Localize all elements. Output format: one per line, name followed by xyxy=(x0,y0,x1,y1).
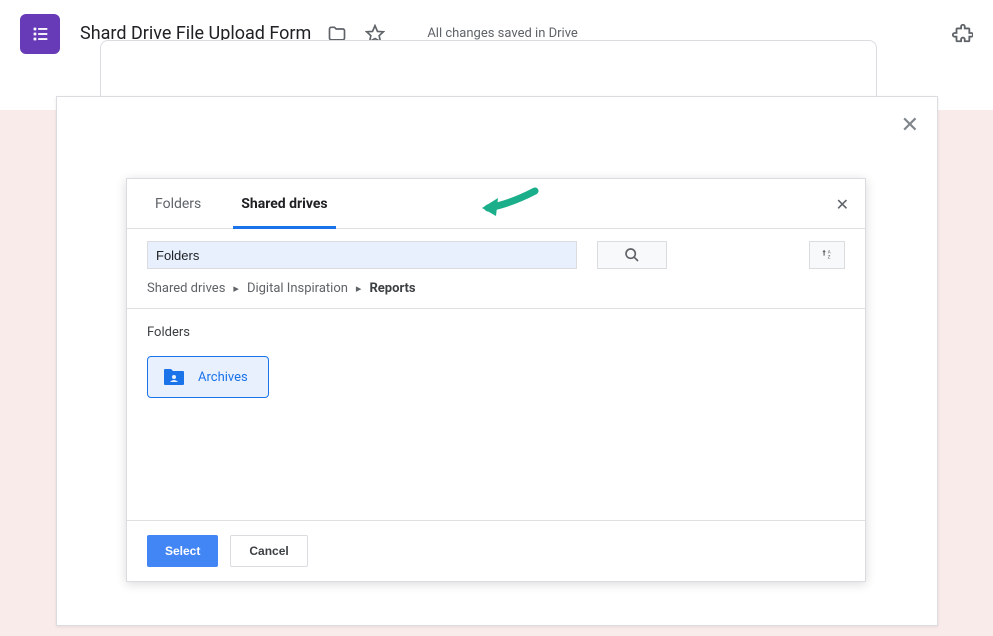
breadcrumb-root[interactable]: Shared drives xyxy=(147,281,225,296)
save-status: All changes saved in Drive xyxy=(427,26,578,41)
tab-folders[interactable]: Folders xyxy=(147,179,209,229)
drive-picker-modal: Folders Shared drives ✕ AZ Shared drives… xyxy=(126,178,866,582)
tab-shared-drives[interactable]: Shared drives xyxy=(233,179,335,229)
select-button[interactable]: Select xyxy=(147,535,218,567)
sort-button[interactable]: AZ xyxy=(809,241,845,269)
forms-logo-icon xyxy=(20,14,60,54)
folder-name: Archives xyxy=(198,370,248,385)
chevron-right-icon: ▸ xyxy=(233,282,239,295)
svg-text:A: A xyxy=(828,249,831,255)
folders-section-label: Folders xyxy=(147,325,845,340)
search-toolbar: AZ xyxy=(127,229,865,275)
extension-icon[interactable] xyxy=(951,22,973,48)
close-icon[interactable]: ✕ xyxy=(836,195,849,214)
cancel-button[interactable]: Cancel xyxy=(230,535,307,567)
shared-folder-icon xyxy=(162,367,186,387)
folder-item-archives[interactable]: Archives xyxy=(147,356,269,398)
svg-text:Z: Z xyxy=(828,255,831,261)
breadcrumb-level1[interactable]: Digital Inspiration xyxy=(247,281,348,296)
breadcrumb-current: Reports xyxy=(369,281,415,296)
picker-tabs: Folders Shared drives ✕ xyxy=(127,179,865,229)
search-button[interactable] xyxy=(597,241,667,269)
close-icon[interactable]: ✕ xyxy=(901,113,919,138)
search-input[interactable] xyxy=(147,241,577,269)
breadcrumb: Shared drives ▸ Digital Inspiration ▸ Re… xyxy=(127,275,865,309)
chevron-right-icon: ▸ xyxy=(356,282,362,295)
picker-content: Folders Archives xyxy=(127,309,865,520)
picker-footer: Select Cancel xyxy=(127,520,865,581)
